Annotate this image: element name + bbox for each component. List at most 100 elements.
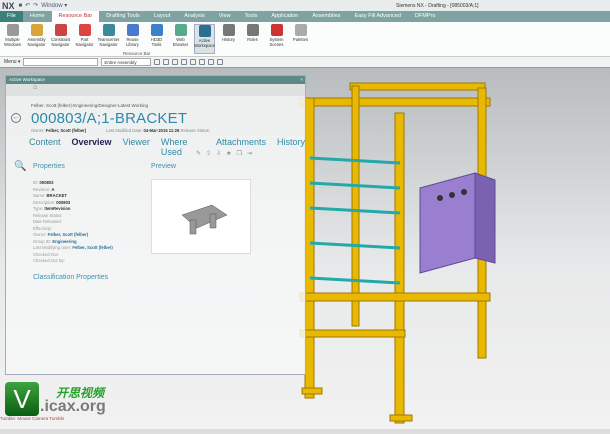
tab-layout[interactable]: Layout [147,11,178,22]
edit-icon[interactable]: ✎ [196,150,201,157]
ribbon-button-system-scenes[interactable]: System Scenes [266,24,287,54]
ribbon-button-reuse-library[interactable]: Reuse Library [122,24,143,54]
selection-filter[interactable] [23,58,99,66]
frame-top-beam [299,97,491,107]
properties-title: Properties [33,163,65,170]
search-icon[interactable]: 🔍 [14,161,26,172]
preview-title: Preview [151,163,176,170]
ribbon: Multiple Windows Assembly Navigator Constr… [0,22,610,57]
ribbon-button-label: Constraint Navigator [50,37,71,47]
property-value[interactable]: Engineering [52,239,76,244]
modified-label: Last Modified Date: [106,128,143,133]
properties-list: ID: 000803 Revision: A Name: BRACKET Descri… [33,180,113,265]
property-value[interactable]: Felber, Scott (felber) [72,245,113,250]
ribbon-button-label: Reuse Library [126,37,139,47]
ribbon-button-label: Active Workspace [194,38,215,48]
ribbon-button-multiple-windows[interactable]: Multiple Windows [2,24,23,54]
ribbon-button-part-navigator[interactable]: Part Navigator [74,24,95,54]
grid-icon[interactable] [217,59,224,65]
ribbon-button-history[interactable]: History [218,24,239,54]
ribbon-button-label: HD3D Tools [150,37,163,47]
close-button[interactable]: × [300,76,303,84]
view-icon[interactable] [181,59,188,65]
ribbon-button-roles[interactable]: Roles [242,24,263,54]
tab-tools[interactable]: Tools [238,11,265,22]
redo-icon[interactable]: ↷ [33,2,38,9]
window-menu[interactable]: Window ▾ [41,2,67,9]
point-icon[interactable] [199,59,206,65]
property-label: Release Status: [33,212,63,218]
tab-easy-fill-advanced[interactable]: Easy Fill Advanced [347,11,407,22]
frame-foot [301,387,323,395]
export-icon[interactable]: ⇥ [247,150,252,157]
breadcrumb[interactable]: Felber, Scott (felber)-Engineering/Desig… [31,103,148,108]
toolbar: Menu ▾ Entire Assembly [0,57,610,68]
app-logo: NX [2,0,15,11]
object-tab-content[interactable]: Content [29,137,61,157]
ribbon-button-constraint-navigator[interactable]: Constraint Navigator [50,24,71,54]
rect-icon[interactable] [172,59,179,65]
property-label: Name: [33,193,46,198]
property-value: 000803 [56,199,71,205]
owner-label: Owner: [31,128,45,133]
home-icon[interactable]: ⌂ [6,84,305,96]
active-workspace-panel: Active Workspace × ⌂ ← Felber, Scott (fel… [5,75,306,375]
tab-assemblies[interactable]: Assemblies [305,11,347,22]
tab-view[interactable]: View [212,11,238,22]
ribbon-button-label: Teamcenter Navigator [97,37,120,47]
back-button[interactable]: ← [11,113,21,123]
owner-value: Felber, Scott (felber) [45,128,87,133]
ribbon-button-teamcenter-navigator[interactable]: Teamcenter Navigator [98,24,119,54]
ribbon-button-hd3d-tools[interactable]: HD3D Tools [146,24,167,54]
tab-drafting-tools[interactable]: Drafting Tools [99,11,147,22]
roles-icon [246,24,259,36]
ribbon-button-label: Part Navigator [75,37,94,47]
tab-resource-bar[interactable]: Resource Bar [51,11,100,22]
property-value[interactable]: Felber, Scott (felber) [48,232,89,237]
property-label: Owner: [33,232,47,237]
share-icon[interactable]: ⇪ [206,150,211,157]
watermark-en: .icax.org [40,398,106,415]
ribbon-button-active-workspace[interactable]: Active Workspace [194,24,215,54]
copy-icon[interactable]: ❐ [236,150,241,157]
web-browser-icon [174,24,187,36]
property-label: Effectivity: [33,225,53,231]
ribbon-button-palettes[interactable]: Palettes [290,24,311,54]
ribbon-button-label: Multiple Windows [4,37,21,47]
star-icon[interactable]: ★ [226,150,231,157]
system-scenes-icon [270,24,283,36]
tab-file[interactable]: File [0,11,23,22]
tab-analysis[interactable]: Analysis [177,11,211,22]
property-label: Revision: [33,186,51,192]
reuse-library-icon [126,24,139,36]
property-row: Checked-Out By: [33,258,113,265]
save-icon[interactable]: ■ [19,3,23,9]
status-bar: Tumble: Mouse Camera Tumble [0,416,65,421]
snap-icon[interactable] [154,59,161,65]
constraint-navigator-icon [54,24,67,36]
panel-header: Active Workspace × [6,76,305,84]
classification-title[interactable]: Classification Properties [33,274,108,281]
scope-select[interactable]: Entire Assembly [101,58,152,66]
object-tab-history[interactable]: History [277,137,305,157]
preview-image[interactable] [151,179,251,254]
line-icon[interactable] [190,59,197,65]
hd3d-tools-icon [150,24,163,36]
tab-home[interactable]: Home [23,11,52,22]
object-tab-viewer[interactable]: Viewer [123,137,150,157]
menu-button[interactable]: Menu ▾ [4,59,20,65]
select-icon[interactable] [163,59,170,65]
frame-leg [394,112,405,424]
property-value: 000803 [39,180,54,185]
tab-dfmpro[interactable]: DFMPro [408,11,442,22]
tab-application[interactable]: Application [264,11,305,22]
property-label: Checked-Out By: [33,258,65,263]
ribbon-button-web-browser[interactable]: Web Browser [170,24,191,54]
ribbon-button-assembly-navigator[interactable]: Assembly Navigator [26,24,47,54]
panel-title: Active Workspace [9,77,45,82]
pin-icon[interactable]: ⇩ [216,150,221,157]
undo-icon[interactable]: ↶ [25,2,30,9]
multiple-windows-icon [6,24,19,36]
circle-icon[interactable] [208,59,215,65]
object-tab-overview[interactable]: Overview [72,137,112,157]
